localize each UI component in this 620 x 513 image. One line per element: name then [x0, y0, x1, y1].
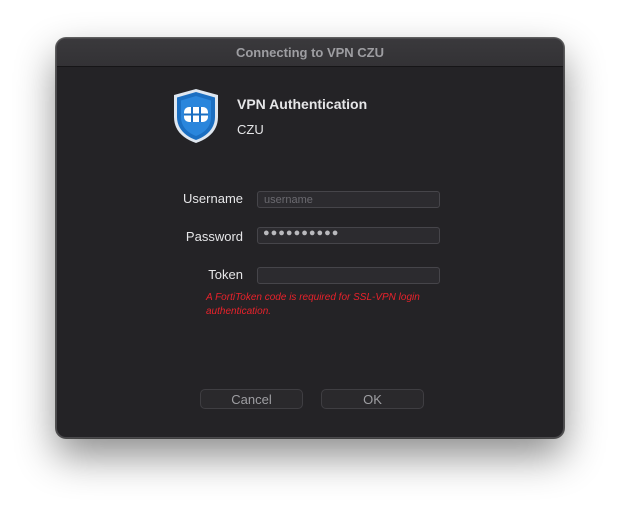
token-input[interactable]: [257, 267, 440, 284]
vpn-name: CZU: [237, 122, 264, 137]
username-input[interactable]: [257, 191, 440, 208]
password-input[interactable]: [257, 227, 440, 244]
fortinet-shield-icon: [170, 87, 222, 145]
window-title: Connecting to VPN CZU: [57, 39, 563, 67]
token-label: Token: [208, 267, 243, 282]
dialog-heading: VPN Authentication: [237, 96, 368, 112]
ok-button[interactable]: OK: [321, 389, 424, 409]
cancel-button[interactable]: Cancel: [200, 389, 303, 409]
token-error-message: A FortiToken code is required for SSL-VP…: [206, 292, 420, 317]
username-label: Username: [183, 191, 243, 206]
vpn-auth-dialog: Connecting to VPN CZU VPN Authentication…: [56, 38, 564, 438]
password-label: Password: [185, 229, 243, 244]
